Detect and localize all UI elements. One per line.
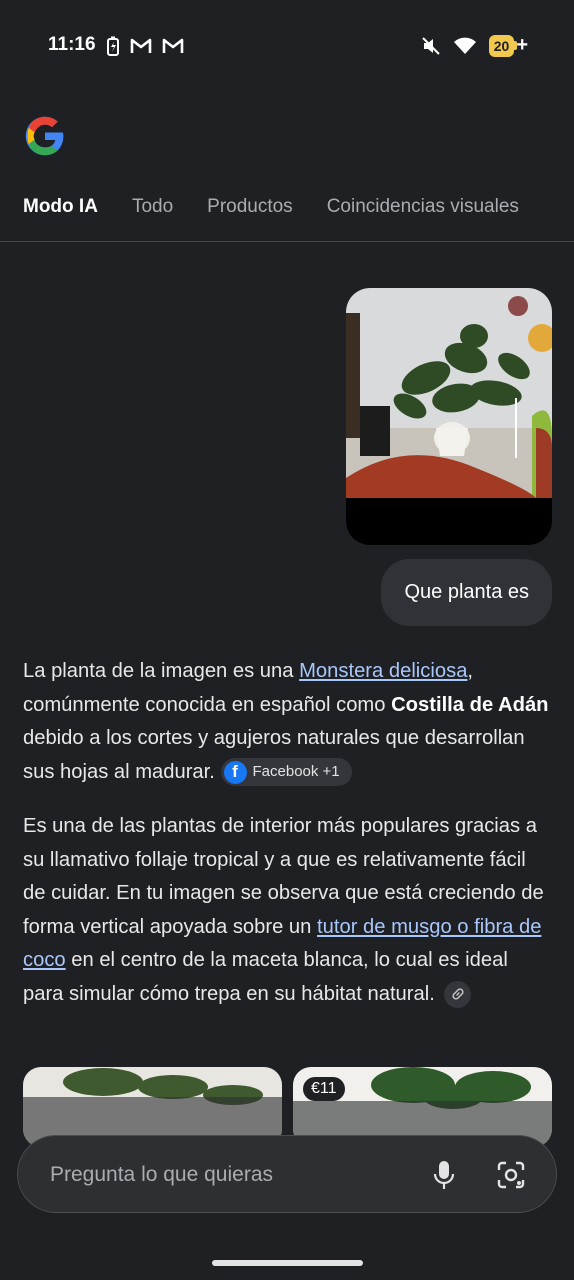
source-chip-facebook[interactable]: f Facebook +1 xyxy=(220,758,352,787)
microphone-icon[interactable] xyxy=(432,1160,456,1190)
google-logo-icon xyxy=(25,116,64,156)
battery-plus: + xyxy=(516,34,528,56)
status-time: 11:16 xyxy=(48,34,96,55)
search-mode-tabs: Modo IA Todo Productos Coincidencias vis… xyxy=(0,188,574,242)
wifi-icon xyxy=(453,37,476,54)
tab-todo[interactable]: Todo xyxy=(132,188,173,241)
ai-answer: La planta de la imagen es una Monstera d… xyxy=(23,655,553,789)
price-badge: €11 xyxy=(303,1077,345,1101)
status-right-icons: 20 + xyxy=(421,34,528,57)
battery-charging-icon xyxy=(107,36,119,56)
mute-icon xyxy=(422,36,440,55)
gmail-icon xyxy=(130,38,152,53)
status-left-icons xyxy=(106,36,184,56)
prompt-input-bar xyxy=(17,1135,557,1213)
plant-photo xyxy=(346,288,552,498)
user-uploaded-image[interactable] xyxy=(346,288,552,545)
tab-coincidencias-visuales[interactable]: Coincidencias visuales xyxy=(327,188,519,241)
status-bar: 11:16 20 + xyxy=(0,0,574,90)
home-indicator[interactable] xyxy=(212,1260,363,1266)
gmail-icon xyxy=(162,38,184,53)
user-message-bubble: Que planta es xyxy=(381,559,552,626)
bold-costilla-de-adan: Costilla de Adán xyxy=(391,693,549,716)
prompt-input[interactable] xyxy=(50,1158,390,1192)
google-lens-icon[interactable] xyxy=(496,1160,526,1190)
battery-level: 20 xyxy=(488,34,517,57)
ai-answer-part-2: Es una de las plantas de interior más po… xyxy=(23,810,553,1011)
tab-productos[interactable]: Productos xyxy=(207,188,293,241)
tab-modo-ia[interactable]: Modo IA xyxy=(23,188,98,241)
link-icon[interactable] xyxy=(444,980,472,1008)
answer-paragraph-1: La planta de la imagen es una Monstera d… xyxy=(23,655,553,789)
link-monstera-deliciosa[interactable]: Monstera deliciosa xyxy=(299,660,467,682)
answer-paragraph-2: Es una de las plantas de interior más po… xyxy=(23,810,553,1011)
facebook-icon: f xyxy=(223,760,247,784)
